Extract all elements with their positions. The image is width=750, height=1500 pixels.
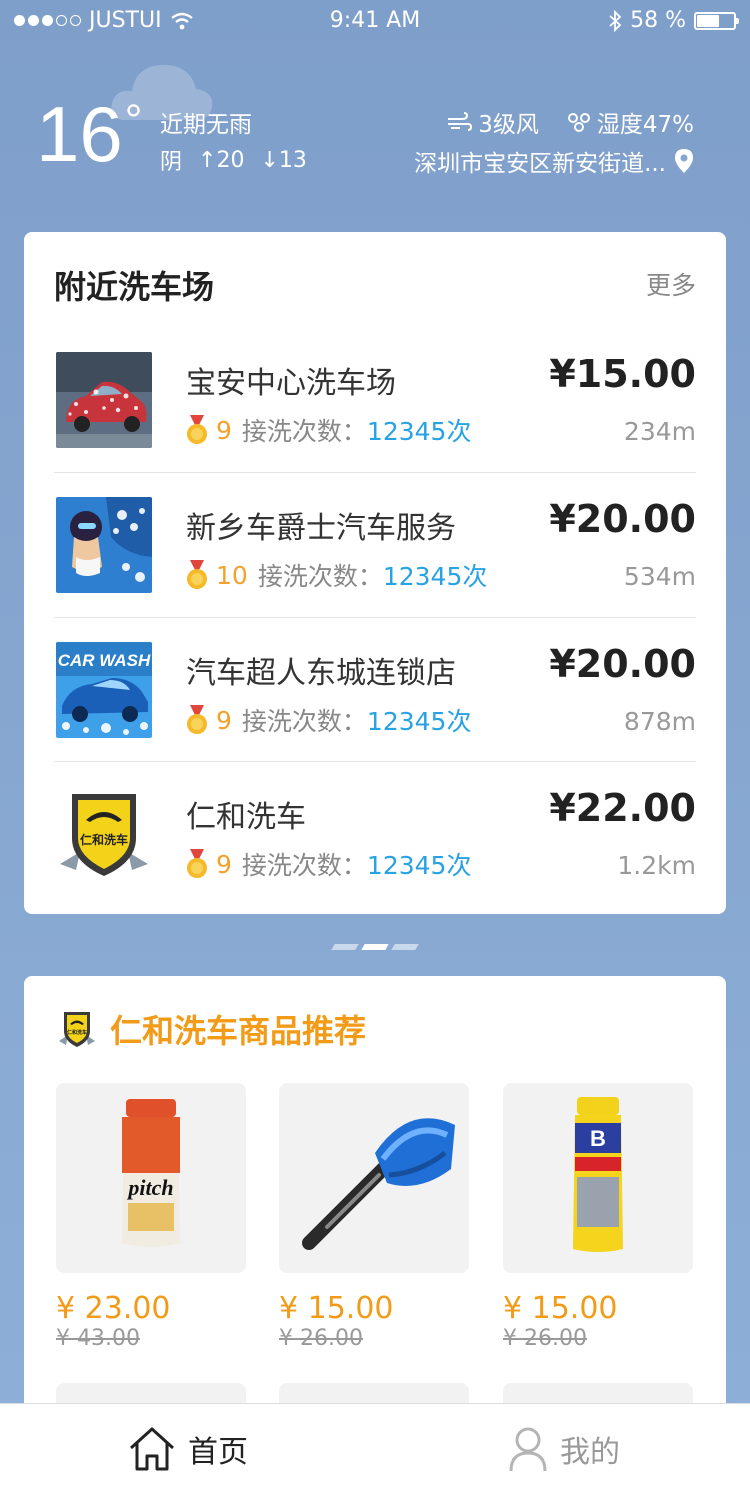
page-dot[interactable] [391,944,419,950]
shop-name: 新乡车爵士汽车服务 [186,511,456,546]
shop-item[interactable]: 宝安中心洗车场 9 接洗次数： 12345次 ¥15.00 234m [54,352,696,496]
divider [54,472,696,473]
shop-price: ¥22.00 [549,786,696,830]
location-text: 深圳市宝安区新安街道... [414,151,666,177]
weather-description: 近期无雨 [160,112,252,138]
divider [54,761,696,762]
tab-home-label: 首页 [188,1435,248,1470]
medal-icon [187,415,207,444]
medal-icon [187,705,207,734]
goods-recommend-card: 仁和洗车 仁和洗车商品推荐 pitch ¥ 23.00 ¥ 43.00 ¥ 15… [24,976,726,1436]
shop-thumbnail [56,352,152,448]
wash-count: 12345次 [366,417,472,446]
product-price: ¥ 15.00 [503,1291,618,1326]
product-original-price: ¥ 43.00 [56,1326,140,1351]
wash-count-label: 接洗次数： [241,851,367,880]
product-image: B [503,1083,693,1273]
shop-price: ¥15.00 [549,352,696,396]
page-indicator[interactable] [0,944,750,950]
product-brand-text: pitch [126,1175,173,1200]
goods-title: 仁和洗车 仁和洗车商品推荐 [58,1006,366,1052]
temperature: 16° [36,90,143,178]
medal-icon [187,849,207,878]
shop-rank: 9 [216,849,232,879]
tab-bar: 首页 我的 [0,1403,750,1500]
shop-name: 汽车超人东城连锁店 [186,656,456,691]
shop-logo: 仁和洗车 [56,786,152,882]
shop-name: 宝安中心洗车场 [186,366,396,401]
shop-stats: 9 接洗次数： 12345次 [184,412,471,448]
product-image [279,1083,469,1273]
bluetooth-icon [609,9,622,32]
shop-item[interactable]: CAR WASH 汽车超人东城连锁店 9 接洗次数： 12345次 ¥20.00… [54,642,696,786]
tab-home[interactable]: 首页 [128,1426,248,1472]
battery-icon [694,11,739,30]
humidity-icon [567,113,590,132]
humidity-value: 湿度47% [596,112,694,138]
shop-distance: 1.2km [617,851,696,880]
divider [54,617,696,618]
wash-count: 12345次 [366,851,472,880]
carwash-sign-text: CAR WASH [58,651,151,670]
goods-title-text: 仁和洗车商品推荐 [110,1012,367,1050]
product-original-price: ¥ 26.00 [279,1326,363,1351]
wind-icon [448,112,473,131]
home-icon [129,1427,175,1471]
product-price: ¥ 15.00 [279,1291,394,1326]
weather-details: 阴 ↑20 ↓13 [160,144,307,176]
shop-price: ¥20.00 [549,642,696,686]
product-price: ¥ 23.00 [56,1291,171,1326]
more-link[interactable]: 更多 [646,266,696,302]
product-item[interactable]: ¥ 15.00 ¥ 26.00 [279,1083,469,1351]
shop-thumbnail: CAR WASH [56,642,152,738]
shop-price: ¥20.00 [549,497,696,541]
wash-count-label: 接洗次数： [241,707,367,736]
product-original-price: ¥ 26.00 [503,1326,587,1351]
shop-rank: 10 [216,560,248,590]
shop-stats: 9 接洗次数： 12345次 [184,846,471,882]
shop-item[interactable]: 仁和洗车 仁和洗车 9 接洗次数： 12345次 ¥22.00 1.2km [54,786,696,930]
temp-high: ↑20 [198,147,245,173]
product-item[interactable]: B ¥ 15.00 ¥ 26.00 [503,1083,693,1351]
page-dot-active[interactable] [361,944,389,950]
wash-count: 12345次 [382,562,488,591]
wind-level: 3级风 [478,112,539,138]
shop-stats: 10 接洗次数： 12345次 [184,557,487,593]
nearby-title: 附近洗车场 [54,268,215,306]
product-item[interactable]: pitch ¥ 23.00 ¥ 43.00 [56,1083,246,1351]
product-image: pitch [56,1083,246,1273]
location[interactable]: 深圳市宝安区新安街道... [414,144,694,178]
page-dot[interactable] [331,944,359,950]
shop-name: 仁和洗车 [186,800,306,835]
nearby-carwash-card: 附近洗车场 更多 宝安中心洗车场 9 接洗次数： 12345次 ¥15.00 2… [24,232,726,914]
shop-stats: 9 接洗次数： 12345次 [184,702,471,738]
wash-count-label: 接洗次数： [257,562,383,591]
weather-condition: 阴 [160,150,183,175]
medal-icon [187,560,207,589]
shop-rank: 9 [216,415,232,445]
battery-percent: 58 % [630,8,686,33]
tab-me[interactable]: 我的 [508,1426,620,1472]
user-icon [509,1427,547,1472]
location-pin-icon [675,149,693,173]
shop-thumbnail [56,497,152,593]
product-brand-text: B [590,1126,606,1151]
weather-extra: 3级风 湿度47% [446,105,694,139]
status-bar: JUSTUI 9:41 AM 58 % [0,0,750,40]
shop-distance: 534m [623,562,696,591]
goods-logo-text: 仁和洗车 [67,1029,87,1036]
shop-item[interactable]: 新乡车爵士汽车服务 10 接洗次数： 12345次 ¥20.00 534m [54,497,696,641]
wash-count-label: 接洗次数： [241,417,367,446]
renhe-logo-text: 仁和洗车 [80,832,128,847]
shop-rank: 9 [216,705,232,735]
tab-me-label: 我的 [560,1435,620,1470]
shop-distance: 878m [623,707,696,736]
shop-distance: 234m [623,417,696,446]
renhe-logo-icon: 仁和洗车 [59,1012,95,1047]
wash-count: 12345次 [366,707,472,736]
temp-low: ↓13 [260,147,307,173]
